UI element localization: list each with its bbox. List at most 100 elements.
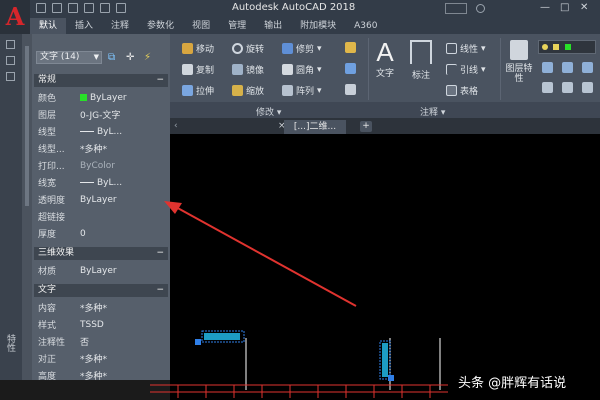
mirror-icon — [232, 64, 243, 75]
property-row[interactable]: 颜色 ByLayer — [34, 89, 168, 106]
collapse-icon: − — [156, 75, 164, 85]
layer-properties-icon — [510, 40, 528, 60]
search-box[interactable] — [445, 3, 467, 14]
property-row[interactable]: 线型 ByL... — [34, 123, 168, 140]
array-button[interactable]: 阵列 ▾ — [282, 84, 322, 97]
layer-tool-icon[interactable] — [562, 62, 573, 73]
palette-title-strip: 特性 — [0, 34, 22, 380]
rotate-button[interactable]: 旋转 — [232, 42, 264, 55]
section-3d-effects[interactable]: 三维效果 − — [34, 247, 168, 260]
new-tab-button[interactable]: + — [360, 121, 372, 132]
close-palette-icon[interactable] — [6, 40, 15, 49]
linear-dim-button[interactable]: 线性 ▾ — [446, 42, 486, 55]
property-row[interactable]: 材质 ByLayer — [34, 262, 168, 279]
stretch-button[interactable]: 拉伸 — [182, 84, 214, 97]
maximize-button[interactable]: □ — [560, 2, 569, 13]
table-button[interactable]: 表格 — [446, 84, 478, 97]
document-tab-bar: ‹ × [...]二维... + — [170, 118, 600, 134]
move-icon — [182, 43, 193, 54]
tab-drawing[interactable]: [...]二维... — [284, 120, 346, 134]
redo-icon[interactable] — [116, 3, 126, 13]
lineweight-sample-icon — [80, 182, 94, 183]
modify-panel-label[interactable]: 修改 ▾ — [256, 105, 281, 118]
ribbon-panel: 移动 旋转 修剪 ▾ 复制 镜像 圆角 ▾ 拉伸 缩放 阵列 ▾ A 文字 标注 线性… — [170, 34, 600, 118]
erase-icon[interactable] — [345, 42, 356, 53]
trim-button[interactable]: 修剪 ▾ — [282, 42, 322, 55]
user-icon[interactable] — [476, 4, 485, 13]
text-icon: A — [376, 37, 394, 67]
color-swatch-icon — [80, 94, 87, 101]
fillet-icon — [282, 64, 293, 75]
property-row[interactable]: 线宽 ByL... — [34, 174, 168, 191]
watermark: 头条 @胖辉有话说 — [458, 376, 567, 391]
minimize-button[interactable]: — — [540, 2, 550, 13]
property-row[interactable]: 高度 *多种* — [34, 367, 168, 384]
array-icon — [282, 85, 293, 96]
sun-icon — [553, 44, 559, 50]
layer-properties-button[interactable]: 图层特性 — [505, 40, 533, 84]
move-button[interactable]: 移动 — [182, 42, 214, 55]
dimension-button[interactable]: 标注 — [410, 40, 432, 81]
tab-default[interactable]: 默认 — [30, 18, 67, 34]
property-row[interactable]: 图层 0-JG-文字 — [34, 106, 168, 123]
tab-output[interactable]: 输出 — [255, 18, 291, 34]
palette-options-icon[interactable] — [6, 56, 15, 65]
rotate-icon — [232, 43, 243, 54]
property-row[interactable]: 打印... ByColor — [34, 157, 168, 174]
fillet-button[interactable]: 圆角 ▾ — [282, 63, 322, 76]
save-icon[interactable] — [68, 3, 78, 13]
explode-icon[interactable] — [345, 63, 356, 74]
palette-scrollbar[interactable] — [25, 46, 29, 206]
property-row[interactable]: 线型... *多种* — [34, 140, 168, 157]
layer-tool-icon[interactable] — [562, 82, 573, 93]
property-row[interactable]: 对正 *多种* — [34, 350, 168, 367]
ribbon-tabs: 默认 插入 注释 参数化 视图 管理 输出 附加模块 A360 — [30, 18, 600, 34]
new-icon[interactable] — [36, 3, 46, 13]
application-menu-button[interactable]: A — [0, 0, 30, 34]
scale-button[interactable]: 缩放 — [232, 84, 264, 97]
open-icon[interactable] — [52, 3, 62, 13]
annotation-panel-label[interactable]: 注释 ▾ — [420, 105, 445, 118]
tab-annotate[interactable]: 注释 — [102, 18, 138, 34]
tab-a360[interactable]: A360 — [345, 18, 386, 34]
section-text[interactable]: 文字 − — [34, 284, 168, 297]
copy-icon — [182, 64, 193, 75]
property-row[interactable]: 样式 TSSD — [34, 316, 168, 333]
tab-parametric[interactable]: 参数化 — [138, 18, 183, 34]
section-general[interactable]: 常规 − — [34, 74, 168, 87]
toggle-pickadd-icon[interactable]: ⧉ — [108, 52, 115, 63]
undo-icon[interactable] — [100, 3, 110, 13]
tab-insert[interactable]: 插入 — [66, 18, 102, 34]
drawing-canvas[interactable] — [170, 134, 600, 400]
quick-select-icon[interactable]: ⚡ — [144, 52, 151, 63]
select-objects-icon[interactable]: ✛ — [126, 52, 134, 63]
layer-tool-icon[interactable] — [582, 62, 593, 73]
layer-tool-icon[interactable] — [542, 82, 553, 93]
text-button[interactable]: A 文字 — [376, 38, 394, 79]
window-title: Autodesk AutoCAD 2018 — [232, 2, 356, 13]
palette-settings-icon[interactable] — [6, 72, 15, 81]
collapse-icon: − — [156, 285, 164, 295]
ribbon-panel-footer — [170, 102, 600, 118]
copy-button[interactable]: 复制 — [182, 63, 214, 76]
property-row[interactable]: 注释性 否 — [34, 333, 168, 350]
property-row[interactable]: 超链接 — [34, 208, 168, 225]
object-type-select[interactable]: 文字 (14) ▼ — [36, 51, 102, 64]
property-row[interactable]: 透明度 ByLayer — [34, 191, 168, 208]
close-button[interactable]: ✕ — [580, 2, 588, 13]
tab-manage[interactable]: 管理 — [219, 18, 255, 34]
tab-view[interactable]: 视图 — [183, 18, 219, 34]
property-row[interactable]: 内容 *多种* — [34, 299, 168, 316]
layer-tool-icon[interactable] — [582, 82, 593, 93]
layer-tool-icon[interactable] — [542, 62, 553, 73]
trim-icon — [282, 43, 293, 54]
tab-addins[interactable]: 附加模块 — [291, 18, 345, 34]
chevron-left-icon[interactable]: ‹ — [174, 121, 178, 131]
mirror-button[interactable]: 镜像 — [232, 63, 264, 76]
stretch-icon — [182, 85, 193, 96]
print-icon[interactable] — [84, 3, 94, 13]
layer-dropdown[interactable] — [538, 40, 596, 54]
leader-button[interactable]: 引线 ▾ — [446, 63, 486, 76]
offset-icon[interactable] — [345, 84, 356, 95]
property-row[interactable]: 厚度 0 — [34, 225, 168, 242]
